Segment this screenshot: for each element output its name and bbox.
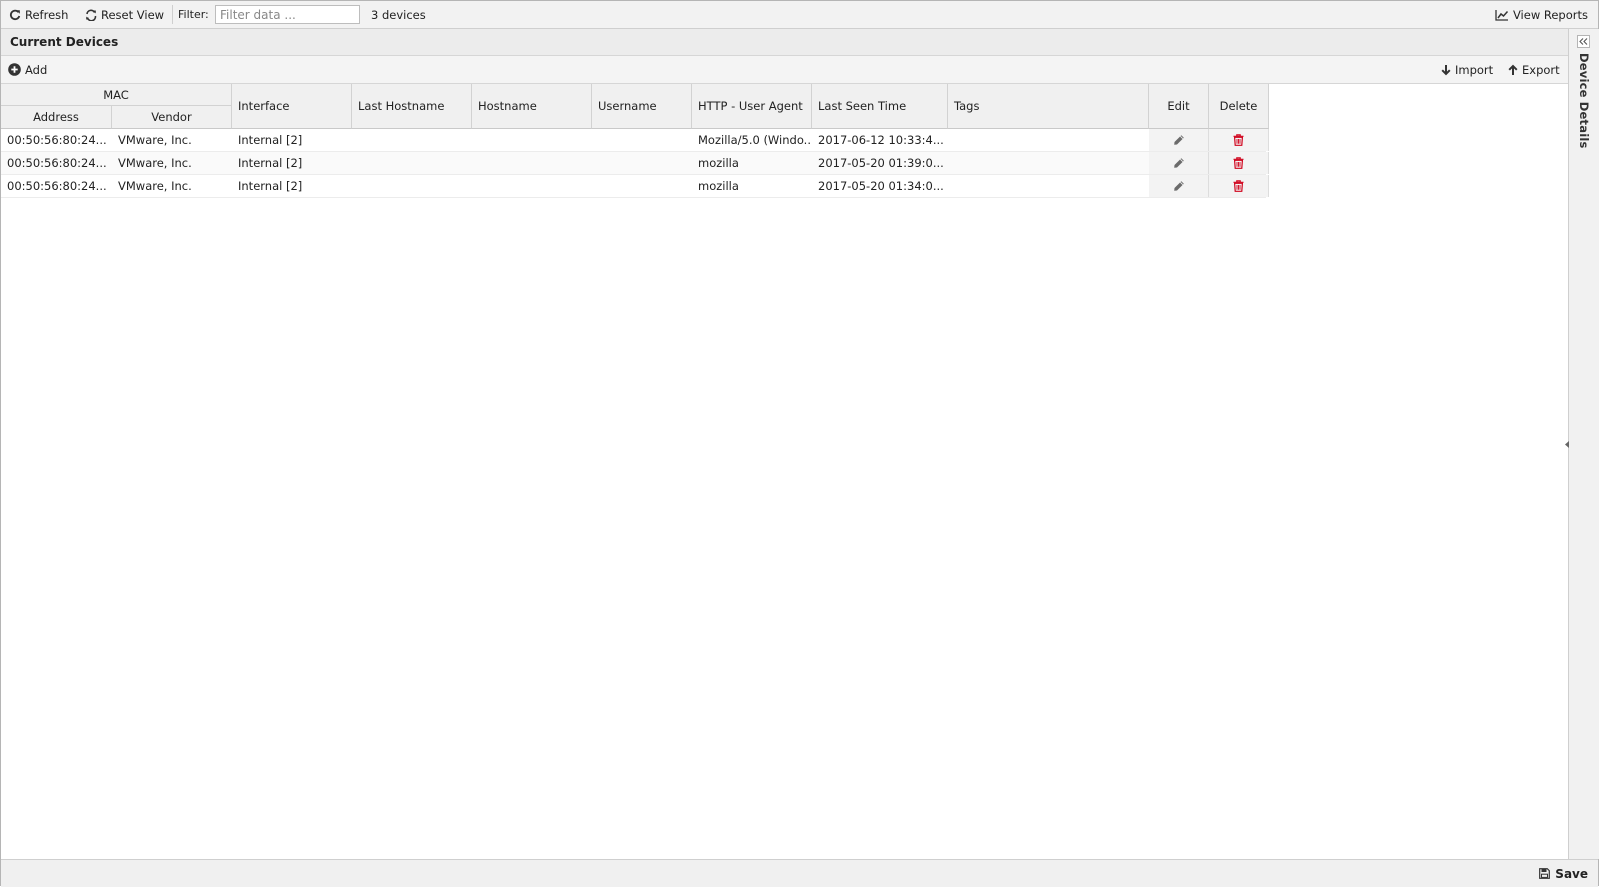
view-reports-label: View Reports — [1512, 7, 1588, 22]
cell-username — [592, 129, 692, 151]
table-row[interactable]: 00:50:56:80:24... VMware, Inc. Internal [2… — [1, 175, 1269, 198]
device-count: 3 devices — [371, 7, 426, 22]
cell-interface: Internal [2] — [238, 133, 303, 147]
save-button[interactable]: Save — [1539, 860, 1588, 887]
cell-address: 00:50:56:80:24... — [7, 133, 107, 147]
reset-view-label: Reset View — [101, 7, 165, 22]
panel-splitter[interactable] — [1564, 431, 1570, 457]
import-label: Import — [1455, 62, 1494, 77]
cell-tags — [948, 129, 1149, 151]
cell-last-seen: 2017-06-12 10:33:4... — [818, 133, 944, 147]
cell-last-hostname — [352, 152, 472, 174]
view-reports-button[interactable]: View Reports — [1495, 1, 1588, 28]
triangle-left-icon — [1565, 440, 1569, 448]
column-header-username[interactable]: Username — [592, 84, 692, 129]
edit-row-button[interactable] — [1149, 175, 1209, 197]
column-header-edit: Edit — [1149, 84, 1209, 129]
column-header-interface[interactable]: Interface — [232, 84, 352, 129]
reset-view-button[interactable]: Reset View — [85, 1, 164, 28]
import-button[interactable]: Import — [1441, 56, 1493, 83]
save-label: Save — [1555, 866, 1588, 881]
edit-row-button[interactable] — [1149, 152, 1209, 174]
table-row[interactable]: 00:50:56:80:24... VMware, Inc. Internal [2… — [1, 152, 1269, 175]
top-toolbar: Refresh Reset View Filter: 3 devices Vie… — [1, 1, 1598, 29]
cell-address: 00:50:56:80:24... — [7, 156, 107, 170]
pencil-icon — [1173, 181, 1184, 191]
arrow-up-icon — [1508, 64, 1518, 75]
cell-hostname — [472, 152, 592, 174]
column-header-last-hostname[interactable]: Last Hostname — [352, 84, 472, 129]
column-group-mac: MAC — [1, 84, 232, 106]
edit-row-button[interactable] — [1149, 129, 1209, 151]
side-panel-title[interactable]: Device Details — [1577, 53, 1591, 149]
column-header-last-seen[interactable]: Last Seen Time — [812, 84, 948, 129]
column-header-delete: Delete — [1209, 84, 1269, 129]
add-button[interactable]: Add — [8, 56, 47, 83]
cell-username — [592, 175, 692, 197]
cell-interface: Internal [2] — [238, 156, 303, 170]
devices-grid: MAC Address Vendor Interface Last Hostna… — [1, 84, 1568, 859]
cell-last-seen: 2017-05-20 01:39:0... — [818, 156, 944, 170]
cell-last-hostname — [352, 175, 472, 197]
cell-username — [592, 152, 692, 174]
footer-bar: Save — [1, 859, 1598, 887]
column-header-tags[interactable]: Tags — [948, 84, 1149, 129]
cell-address: 00:50:56:80:24... — [7, 179, 107, 193]
filter-label: Filter: — [178, 8, 209, 21]
refresh-label: Refresh — [25, 7, 69, 22]
filter-input[interactable] — [215, 5, 360, 24]
cell-interface: Internal [2] — [238, 179, 303, 193]
cell-hostname — [472, 175, 592, 197]
panel-title: Current Devices — [10, 35, 119, 49]
trash-icon — [1233, 180, 1244, 192]
app-frame: Refresh Reset View Filter: 3 devices Vie… — [0, 0, 1599, 887]
cell-vendor: VMware, Inc. — [118, 179, 192, 193]
column-header-address[interactable]: Address — [1, 106, 112, 129]
cell-user-agent: mozilla — [698, 179, 739, 193]
trash-icon — [1233, 157, 1244, 169]
expand-panel-button[interactable] — [1577, 35, 1590, 48]
cell-tags — [948, 175, 1149, 197]
table-row[interactable]: 00:50:56:80:24... VMware, Inc. Internal [2… — [1, 129, 1269, 152]
double-chevron-left-icon — [1579, 38, 1588, 45]
export-button[interactable]: Export — [1508, 56, 1560, 83]
delete-row-button[interactable] — [1209, 152, 1269, 174]
device-details-panel: Device Details — [1568, 29, 1599, 859]
refresh-button[interactable]: Refresh — [9, 1, 68, 28]
cell-vendor: VMware, Inc. — [118, 133, 192, 147]
pencil-icon — [1173, 158, 1184, 168]
pencil-icon — [1173, 135, 1184, 145]
refresh-icon — [10, 9, 21, 20]
delete-row-button[interactable] — [1209, 129, 1269, 151]
toolbar-divider — [172, 5, 173, 24]
arrow-down-icon — [1441, 64, 1451, 75]
cell-user-agent: Mozilla/5.0 (Windo... — [698, 133, 812, 147]
trash-icon — [1233, 134, 1244, 146]
cell-user-agent: mozilla — [698, 156, 739, 170]
column-header-vendor[interactable]: Vendor — [112, 106, 232, 129]
line-chart-icon — [1495, 9, 1508, 21]
add-circle-icon — [8, 63, 21, 76]
panel-title-bar: Current Devices — [1, 29, 1568, 56]
cell-last-seen: 2017-05-20 01:34:0... — [818, 179, 944, 193]
cell-vendor: VMware, Inc. — [118, 156, 192, 170]
cell-hostname — [472, 129, 592, 151]
delete-row-button[interactable] — [1209, 175, 1269, 197]
add-label: Add — [25, 62, 48, 77]
export-label: Export — [1522, 62, 1560, 77]
cell-tags — [948, 152, 1149, 174]
grid-toolbar: Add Import Export — [1, 56, 1568, 84]
cell-last-hostname — [352, 129, 472, 151]
reset-view-icon — [86, 9, 97, 21]
floppy-disk-icon — [1539, 868, 1551, 879]
column-header-hostname[interactable]: Hostname — [472, 84, 592, 129]
column-header-user-agent[interactable]: HTTP - User Agent — [692, 84, 812, 129]
